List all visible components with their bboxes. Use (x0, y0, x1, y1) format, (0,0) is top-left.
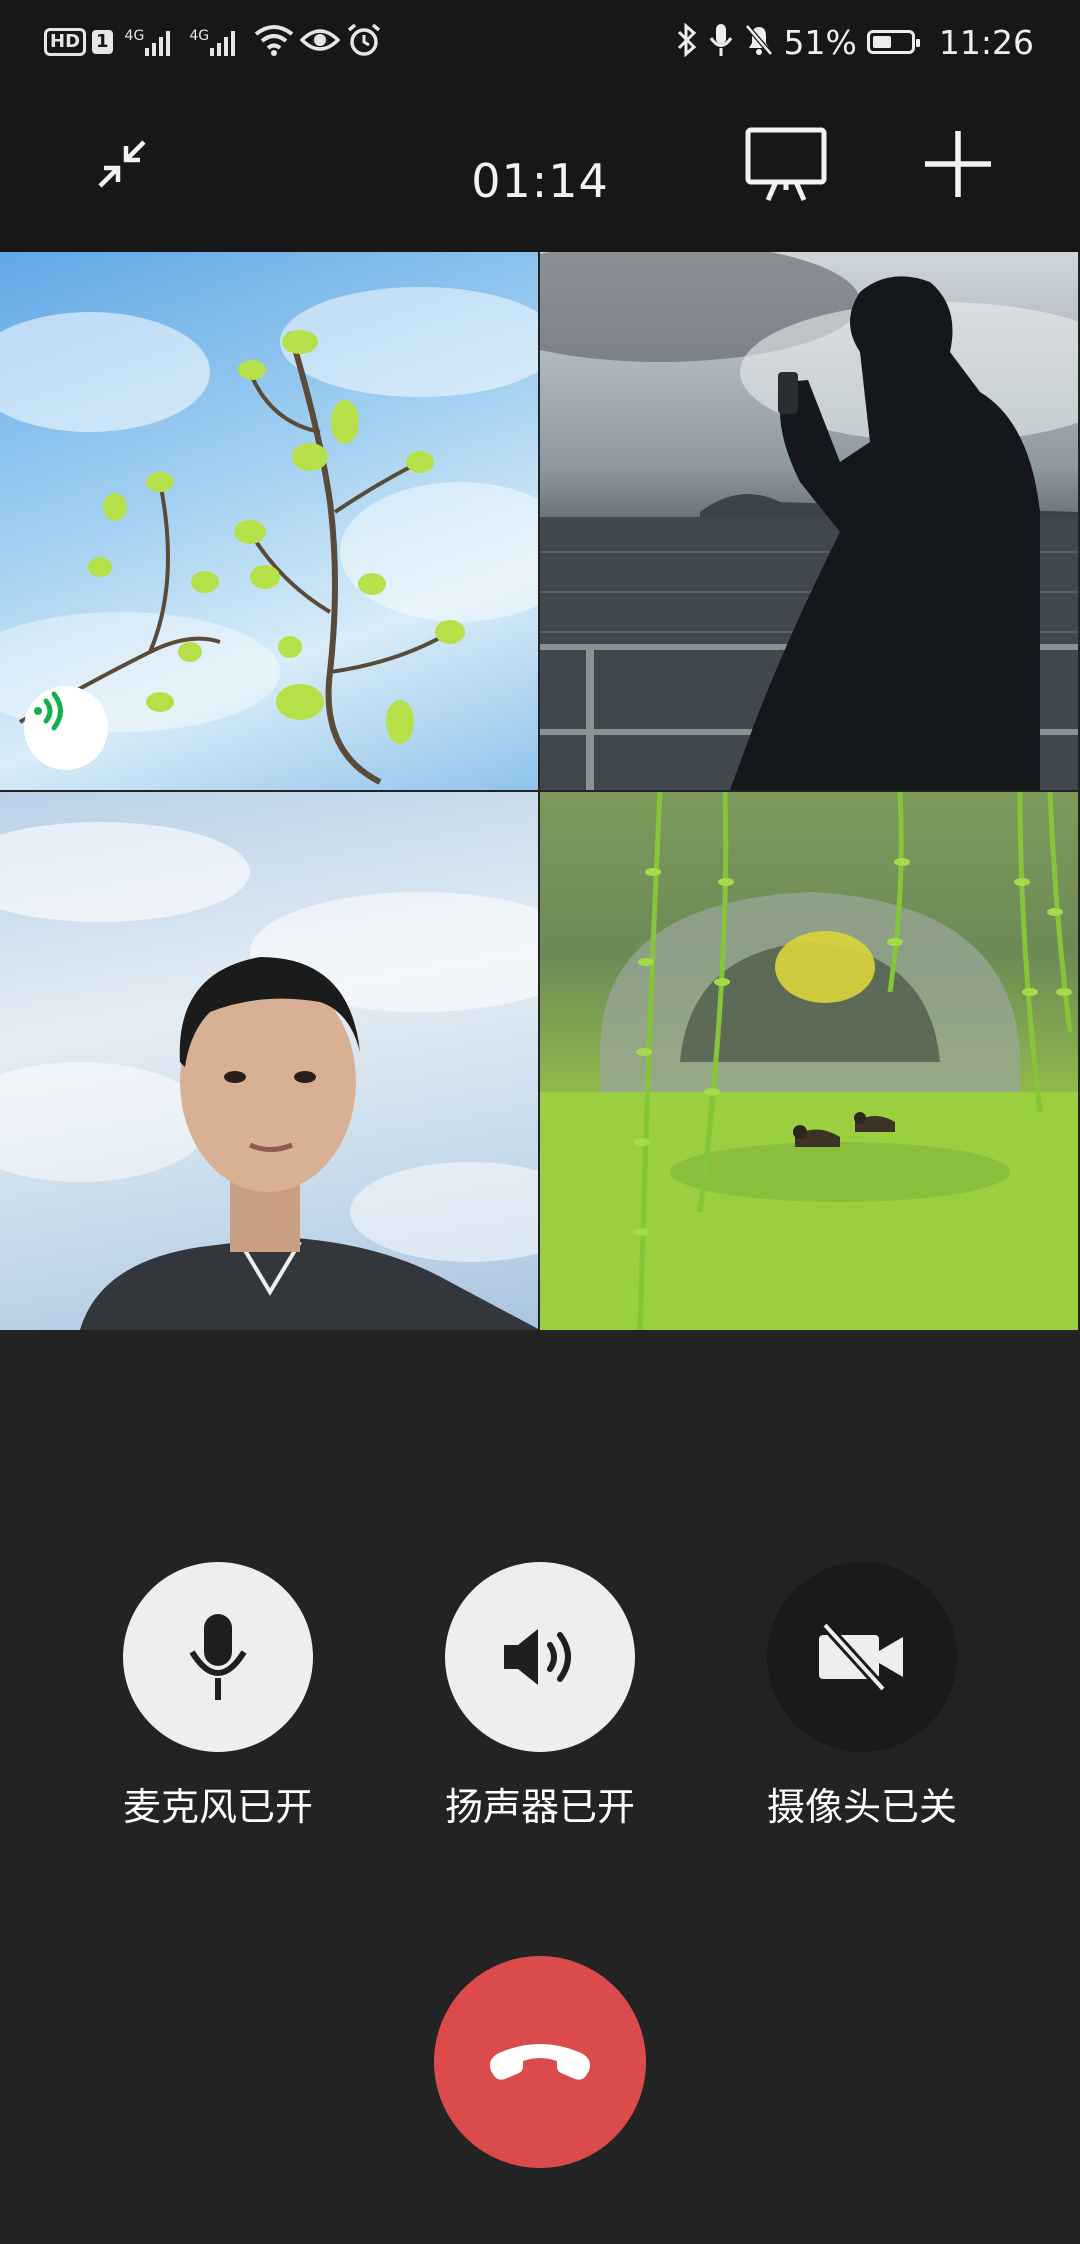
network-type-1: 4G (124, 28, 145, 44)
speaking-indicator (24, 686, 108, 770)
wifi-icon (254, 24, 294, 60)
participant-tile-4[interactable] (540, 792, 1078, 1330)
mute-notification-icon (744, 23, 774, 61)
bluetooth-icon (676, 22, 698, 61)
network-type-2: 4G (189, 28, 210, 44)
participant-tile-1[interactable] (0, 252, 538, 790)
sim-badge: 1 (92, 30, 113, 54)
status-left: HD 1 4G 4G (44, 20, 382, 64)
status-right: 51% 11:26 (676, 20, 1034, 64)
participant-tile-2[interactable] (540, 252, 1078, 790)
call-duration: 01:14 (471, 154, 609, 208)
selfie-image (0, 822, 538, 1330)
battery-level (872, 36, 891, 48)
add-icon[interactable] (918, 124, 998, 204)
microphone-icon (708, 23, 734, 61)
clock: 11:26 (938, 22, 1034, 62)
screen-share-icon[interactable] (744, 124, 828, 204)
participant-tile-3[interactable] (0, 792, 538, 1330)
status-bar: HD 1 4G 4G 51% 11:26 (0, 0, 1080, 84)
battery-icon (866, 30, 920, 54)
microphone-control: 麦克风已开 (58, 1562, 378, 1830)
willow-pond-image (540, 792, 1078, 1330)
camera-status-label: 摄像头已关 (766, 1785, 957, 1829)
speaker-icon (504, 1629, 571, 1685)
microphone-toggle-button[interactable] (123, 1562, 313, 1752)
battery-percentage: 51% (783, 22, 857, 62)
hang-up-button[interactable] (434, 1956, 646, 2168)
sound-wave-icon (34, 691, 63, 731)
hang-up-icon (490, 2044, 590, 2080)
video-grid (0, 252, 1080, 1332)
signal-icon: 4G (189, 28, 240, 56)
speaker-toggle-button[interactable] (445, 1562, 635, 1752)
alarm-icon (346, 23, 382, 61)
speaker-control: 扬声器已开 (380, 1562, 700, 1830)
hd-badge: HD (44, 28, 87, 56)
microphone-status-label: 麦克风已开 (122, 1785, 313, 1829)
call-header: 01:14 (0, 84, 1080, 252)
microphone-icon (189, 1614, 247, 1700)
minimize-icon[interactable] (82, 124, 162, 204)
eye-icon (299, 26, 341, 58)
seaside-silhouette-image (540, 252, 1078, 790)
camera-toggle-button[interactable] (767, 1562, 957, 1752)
speaker-status-label: 扬声器已开 (444, 1785, 635, 1829)
camera-control: 摄像头已关 (702, 1562, 1022, 1830)
signal-icon: 4G (125, 28, 176, 56)
camera-off-icon (819, 1621, 903, 1693)
